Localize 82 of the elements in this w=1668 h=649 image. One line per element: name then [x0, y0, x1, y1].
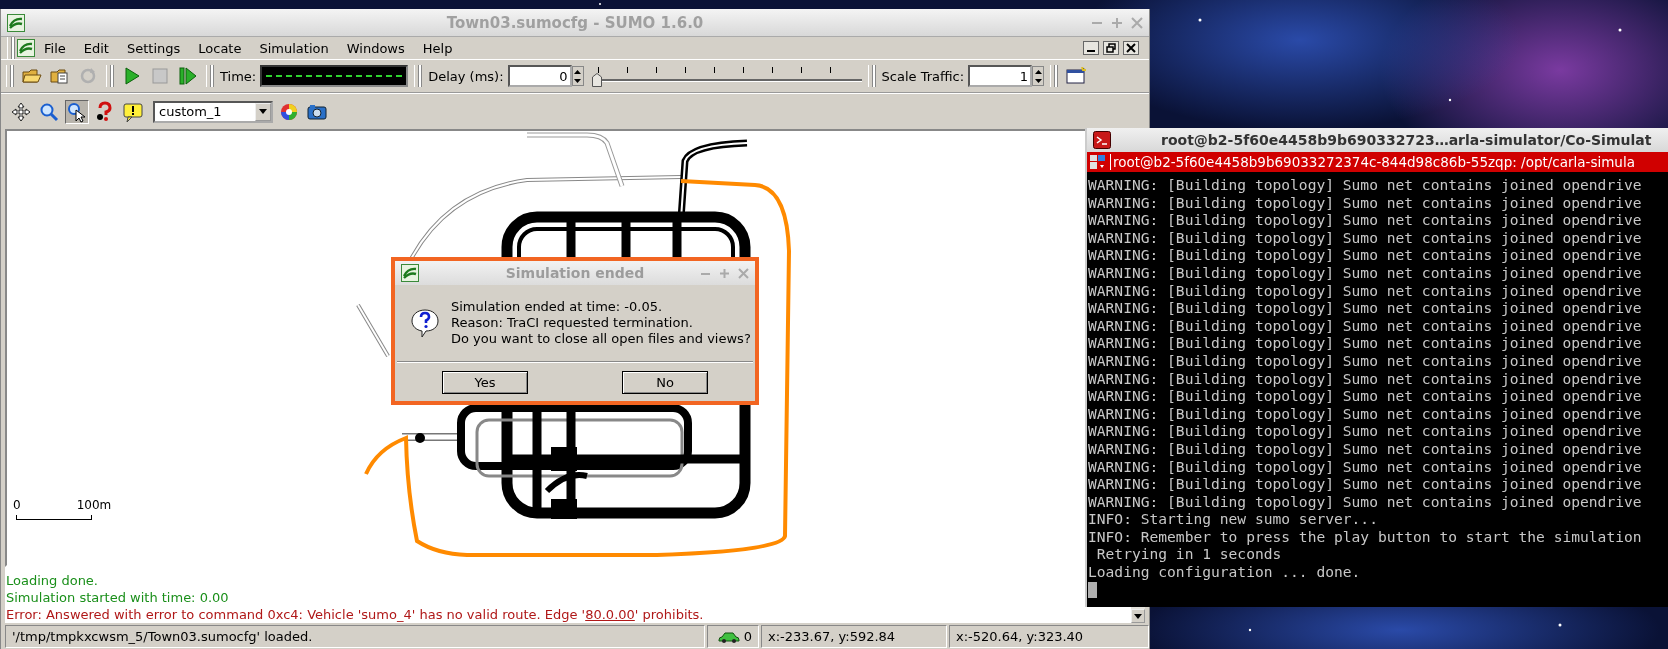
error-message: Error: Answered with error to command 0xc4: Vehicle 'sumo_4' has no valid route. Edge '80.0.00' prohibits. [6, 607, 705, 623]
menu-item[interactable]: Windows [337, 39, 414, 57]
dialog-message: Simulation ended at time: -0.05. [451, 299, 664, 315]
minimize-icon[interactable] [1083, 41, 1099, 55]
dialog-title: Simulation ended [505, 265, 645, 281]
terminal-line: WARNING: [Building topology] Sumo net contains joined opendrive [1088, 316, 1643, 335]
terminal-line: WARNING: [Building topology] Sumo net contains joined opendrive [1088, 281, 1643, 300]
terminal-title: root@b2-5f60e4458b9b690332723…arla-simulator/Co-Simulat [1161, 132, 1652, 148]
status-message: '/tmp/tmpkxcwsm_5/Town03.sumocfg' loaded. [5, 625, 705, 648]
select-icon[interactable] [65, 99, 89, 124]
menu-item[interactable]: File [35, 39, 75, 57]
terminal-line: WARNING: [Building topology] Sumo net contains joined opendrive [1088, 246, 1643, 264]
terminal-line: WARNING: [Building topology] Sumo net contains joined opendrive [1088, 211, 1643, 229]
terminal-line: WARNING: [Building topology] Sumo net contains joined opendrive [1088, 492, 1643, 511]
terminal-line: WARNING: [Building topology] Sumo net contains joined opendrive [1088, 351, 1643, 370]
terminal-line: WARNING: [Building topology] Sumo net contains joined opendrive [1088, 475, 1643, 493]
terminal-line: Loading configuration ... done. [1088, 563, 1362, 581]
menu-item[interactable]: Help [413, 39, 462, 57]
spin-down-icon[interactable] [1034, 78, 1042, 83]
scroll-down-button[interactable] [1131, 609, 1145, 623]
toolbar-grip[interactable] [867, 65, 873, 87]
down-arrow-icon [1134, 613, 1142, 619]
terminal-icon [1093, 131, 1111, 149]
spin-up-icon[interactable] [1034, 69, 1042, 74]
vehicle-count: 0 [743, 629, 752, 644]
dropdown-arrow-icon [259, 109, 267, 114]
toolbar-grip[interactable] [106, 65, 111, 87]
terminal-line: WARNING: [Building topology] Sumo net contains joined opendrive [1088, 422, 1643, 440]
spin-up-icon[interactable] [574, 69, 582, 74]
menu-item[interactable]: Settings [117, 39, 190, 57]
toolbar-grip[interactable] [206, 65, 211, 87]
toolbar-grip[interactable] [414, 65, 420, 87]
dialog-message: Reason: TraCI requested termination. [451, 315, 694, 331]
window-title: Town03.sumocfg - SUMO 1.6.0 [446, 13, 704, 32]
terminal-line: WARNING: [Building topology] Sumo net contains joined opendrive [1088, 228, 1643, 247]
terminal-line: WARNING: [Building topology] Sumo net contains joined opendrive [1088, 299, 1643, 317]
geo-coordinates: x:-520.64, y:323.40 [949, 625, 1149, 648]
scale-label: 0 [13, 498, 21, 512]
terminal-line: WARNING: [Building topology] Sumo net contains joined opendrive [1088, 387, 1643, 405]
app-icon [7, 13, 25, 32]
app-icon [401, 264, 419, 282]
terminal-line: WARNING: [Building topology] Sumo net contains joined opendrive [1088, 439, 1643, 458]
terminal-line: WARNING: [Building topology] Sumo net contains joined opendrive [1088, 369, 1643, 388]
terminal-line: INFO: Remember to press the play button to start the simulation [1088, 527, 1643, 546]
car-icon [717, 630, 740, 643]
toolbar-grip[interactable] [7, 37, 12, 59]
terminal-line: WARNING: [Building topology] Sumo net contains joined opendrive [1088, 193, 1643, 212]
delay-label: Delay (ms): [428, 68, 504, 84]
scale-label: 100m [76, 498, 112, 512]
log-message: Simulation started with time: 0.00 [6, 590, 230, 606]
terminal-line: WARNING: [Building topology] Sumo net contains joined opendrive [1088, 404, 1643, 423]
toolbar-grip[interactable] [6, 65, 11, 87]
menu-item[interactable]: Locate [189, 39, 251, 57]
color-scheme-dropdown[interactable]: custom_1 [153, 100, 273, 123]
spin-down-icon[interactable] [574, 78, 582, 83]
spinner[interactable] [1032, 66, 1045, 86]
menu-item[interactable]: Edit [74, 39, 118, 57]
cursor-coordinates: x:-233.67, y:592.84 [761, 625, 947, 648]
delay-field[interactable]: 0 [507, 65, 572, 87]
restore-icon[interactable] [1103, 41, 1119, 55]
app-menu-icon [17, 39, 35, 57]
scale-traffic-field[interactable]: 1 [968, 65, 1033, 87]
slider-thumb[interactable] [591, 73, 602, 87]
question-icon [411, 308, 439, 338]
no-button[interactable]: No [622, 371, 708, 394]
terminal-cursor [1088, 581, 1097, 598]
terminal-line: WARNING: [Building topology] Sumo net contains joined opendrive [1088, 176, 1643, 194]
delay-slider[interactable] [591, 65, 862, 87]
terminal-line: WARNING: [Building topology] Sumo net contains joined opendrive [1088, 334, 1643, 352]
dialog-message: Do you want to close all open files and views? [451, 331, 751, 347]
edge-link[interactable]: 80.0.00 [585, 607, 635, 622]
yes-button[interactable]: Yes [442, 371, 528, 394]
terminal-line: WARNING: [Building topology] Sumo net contains joined opendrive [1088, 457, 1643, 476]
toolbar-grip[interactable] [1050, 65, 1056, 87]
close-icon[interactable] [1123, 41, 1139, 55]
split-view-icon[interactable] [1089, 154, 1107, 170]
terminal-line: WARNING: [Building topology] Sumo net contains joined opendrive [1088, 263, 1643, 282]
scale-traffic-label: Scale Traffic: [881, 68, 965, 84]
time-label: Time: [220, 68, 257, 84]
terminal-line: INFO: Starting new sumo server... [1088, 510, 1379, 528]
menu-item[interactable]: Simulation [250, 39, 338, 57]
terminal-line: Retrying in 1 seconds [1095, 545, 1283, 564]
